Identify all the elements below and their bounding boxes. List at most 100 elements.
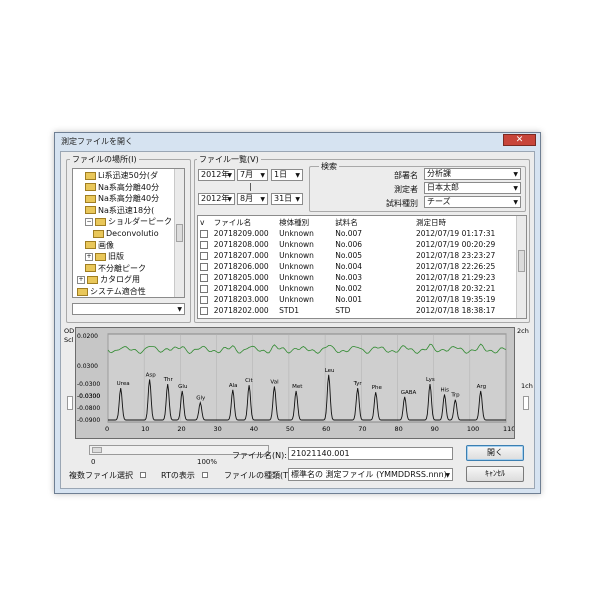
table-cell: No.004 bbox=[335, 262, 363, 271]
ch2-label: 2ch bbox=[517, 327, 529, 335]
peak-label: Thr bbox=[163, 377, 174, 383]
tree-item[interactable]: 不分離ピーク bbox=[85, 263, 146, 274]
to-day-select[interactable]: 31日 ▼ bbox=[271, 193, 303, 205]
chevron-down-icon: ▼ bbox=[227, 196, 232, 203]
column-header[interactable]: 測定日時 bbox=[414, 217, 516, 228]
table-cell: No.005 bbox=[335, 251, 363, 260]
row-checkbox[interactable] bbox=[200, 230, 208, 238]
close-button[interactable]: ✕ bbox=[503, 134, 536, 146]
y-tick-label: -0.0900 bbox=[77, 417, 100, 424]
scale-right-handle[interactable] bbox=[523, 396, 529, 410]
sample-type-select[interactable]: チーズ ▼ bbox=[424, 196, 521, 208]
table-row[interactable]: 20718209.000 Unknown No.007 2012/07/19 01:1… bbox=[198, 228, 516, 239]
dept-select[interactable]: 分析課 ▼ bbox=[424, 168, 521, 180]
x-tick-label: 110 bbox=[503, 425, 514, 433]
expand-icon[interactable]: + bbox=[77, 275, 85, 284]
multi-select-label: 複数ファイル選択 bbox=[69, 471, 133, 480]
row-checkbox[interactable] bbox=[200, 241, 208, 249]
x-tick-label: 100 bbox=[467, 425, 479, 433]
file-list-scrollbar[interactable] bbox=[516, 216, 526, 318]
filetype-value: 標準名の 測定ファイル (YMMDDRSS.nnn) bbox=[291, 470, 447, 479]
table-row[interactable]: 20718202.000 STD1 STD 2012/07/18 18:38:17 bbox=[198, 305, 516, 316]
from-month-value: 7月 bbox=[240, 170, 254, 179]
column-header[interactable]: 検体種別 bbox=[277, 217, 333, 228]
filename-input[interactable]: 21021140.001 bbox=[288, 447, 453, 460]
column-header[interactable]: ファイル名 bbox=[212, 217, 277, 228]
rt-display-checkbox[interactable] bbox=[202, 472, 208, 478]
folder-tree-scroll-thumb[interactable] bbox=[176, 224, 183, 242]
file-table-header: v ファイル名 検体種別 試料名 測定日時 bbox=[198, 217, 516, 228]
table-row[interactable]: 20718205.000 Unknown No.003 2012/07/18 21:2… bbox=[198, 272, 516, 283]
file-list[interactable]: v ファイル名 検体種別 試料名 測定日時 20718209.000 Unknown No.… bbox=[197, 215, 527, 319]
table-cell: 20718203.000 bbox=[213, 295, 269, 304]
search-group-label: 検索 bbox=[319, 161, 339, 172]
folder-tree[interactable]: Li系迅速50分(ダ Na系高分離40分 Na系高分離40分 Na系迅速18分(− ショ… bbox=[72, 168, 185, 298]
table-cell: 2012/07/19 01:17:31 bbox=[415, 229, 496, 238]
tree-item[interactable]: + カタログ用 bbox=[77, 274, 140, 285]
tree-item[interactable]: 画像 bbox=[85, 240, 114, 251]
table-row[interactable]: 20718204.000 Unknown No.002 2012/07/18 20:3… bbox=[198, 283, 516, 294]
filelist-group-label: ファイル一覧(V) bbox=[197, 154, 261, 165]
tree-item[interactable]: システム適合性 bbox=[77, 286, 146, 297]
peak-label: Asp bbox=[146, 372, 157, 378]
tree-item[interactable]: − ショルダーピーク bbox=[85, 216, 172, 227]
row-checkbox-cell bbox=[198, 272, 212, 283]
column-header[interactable]: 試料名 bbox=[333, 217, 414, 228]
peak-label: Cit bbox=[245, 378, 253, 384]
column-header[interactable]: v bbox=[198, 217, 212, 228]
file-table-body: 20718209.000 Unknown No.007 2012/07/19 01:1… bbox=[198, 228, 516, 316]
table-row[interactable]: 20718203.000 Unknown No.001 2012/07/18 19:3… bbox=[198, 294, 516, 305]
folder-tree-scrollbar[interactable] bbox=[174, 169, 184, 297]
folder-icon bbox=[85, 194, 96, 203]
filetype-select[interactable]: 標準名の 測定ファイル (YMMDDRSS.nnn) ▼ bbox=[288, 468, 453, 481]
table-row[interactable]: 20718206.000 Unknown No.004 2012/07/18 22:2… bbox=[198, 261, 516, 272]
cancel-button[interactable]: ｷｬﾝｾﾙ bbox=[466, 466, 524, 482]
x-tick-label: 60 bbox=[322, 425, 330, 433]
tree-item[interactable]: Deconvolutio bbox=[93, 228, 159, 239]
file-list-scroll-thumb[interactable] bbox=[518, 250, 525, 272]
y-tick-label: -0.0300 bbox=[77, 393, 100, 400]
folder-icon bbox=[85, 264, 96, 273]
row-checkbox-cell bbox=[198, 283, 212, 294]
table-cell: Unknown bbox=[279, 251, 314, 260]
row-checkbox[interactable] bbox=[200, 296, 208, 304]
drive-select[interactable]: ▼ bbox=[72, 303, 185, 315]
tree-item[interactable]: + 旧版 bbox=[85, 251, 124, 262]
table-row[interactable]: 20718208.000 Unknown No.006 2012/07/19 00:2… bbox=[198, 239, 516, 250]
open-button[interactable]: 開く bbox=[466, 445, 524, 461]
folder-tree-items: Li系迅速50分(ダ Na系高分離40分 Na系高分離40分 Na系迅速18分(− ショ… bbox=[73, 169, 175, 297]
row-checkbox[interactable] bbox=[200, 307, 208, 315]
row-checkbox[interactable] bbox=[200, 263, 208, 271]
collapse-icon[interactable]: − bbox=[85, 217, 93, 226]
to-year-select[interactable]: 2012年 ▼ bbox=[198, 193, 235, 205]
peak-label: Val bbox=[270, 379, 279, 385]
from-day-value: 1日 bbox=[274, 170, 288, 179]
person-value: 日本太郎 bbox=[427, 183, 459, 192]
zoom-slider-thumb[interactable] bbox=[92, 447, 102, 453]
rt-display-label: RTの表示 bbox=[161, 471, 195, 480]
row-checkbox[interactable] bbox=[200, 252, 208, 260]
table-cell: 2012/07/18 21:29:23 bbox=[415, 273, 496, 282]
dialog-client: ファイルの場所(I) Li系迅速50分(ダ Na系高分離40分 Na系高分離40分 N… bbox=[60, 151, 535, 489]
from-year-select[interactable]: 2012年 ▼ bbox=[198, 169, 235, 181]
tree-item[interactable]: Li系迅速50分(ダ bbox=[85, 170, 158, 181]
table-cell: 20718202.000 bbox=[213, 306, 269, 315]
table-cell: 20718206.000 bbox=[213, 262, 269, 271]
chevron-down-icon: ▼ bbox=[177, 306, 182, 313]
multi-select-checkbox[interactable] bbox=[140, 472, 146, 478]
to-month-select[interactable]: 8月 ▼ bbox=[237, 193, 268, 205]
from-day-select[interactable]: 1日 ▼ bbox=[271, 169, 303, 181]
person-select[interactable]: 日本太郎 ▼ bbox=[424, 182, 521, 194]
tree-item-label: Li系迅速50分(ダ bbox=[98, 171, 158, 180]
chevron-down-icon: ▼ bbox=[227, 172, 232, 179]
scale-left-handle[interactable] bbox=[67, 396, 73, 410]
row-checkbox[interactable] bbox=[200, 285, 208, 293]
from-month-select[interactable]: 7月 ▼ bbox=[237, 169, 268, 181]
tree-item[interactable]: Na系高分離40分 bbox=[85, 182, 159, 193]
row-checkbox[interactable] bbox=[200, 274, 208, 282]
tree-item[interactable]: Na系迅速18分( bbox=[85, 205, 154, 216]
tree-item[interactable]: Na系高分離40分 bbox=[85, 193, 159, 204]
table-row[interactable]: 20718207.000 Unknown No.005 2012/07/18 23:2… bbox=[198, 250, 516, 261]
expand-icon[interactable]: + bbox=[85, 252, 93, 261]
chevron-down-icon: ▼ bbox=[445, 472, 450, 479]
